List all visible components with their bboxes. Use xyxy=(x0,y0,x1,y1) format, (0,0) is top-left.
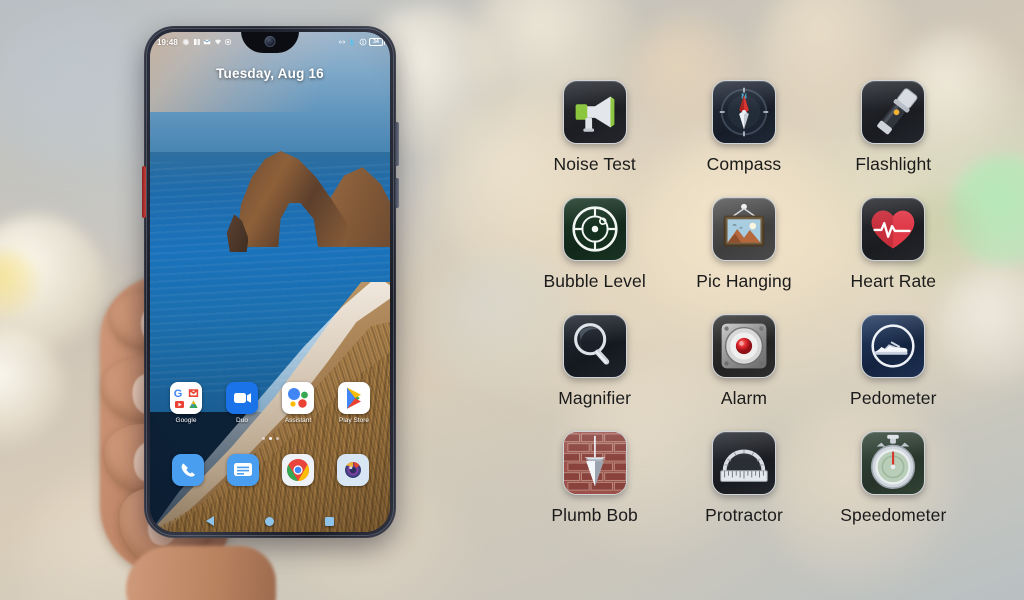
info-icon xyxy=(359,38,367,46)
duo-icon[interactable] xyxy=(226,382,258,414)
navigation-bar xyxy=(150,516,390,526)
recents-square-icon[interactable] xyxy=(325,516,335,526)
phone-screen[interactable]: 19:48 34 Tuesday, Aug 16 G Google Duo As… xyxy=(150,32,390,532)
magnifier-icon[interactable] xyxy=(562,314,627,378)
tool-compass[interactable]: N Compass xyxy=(677,80,811,197)
tool-label: Pic Hanging xyxy=(696,271,792,291)
app-label: Play Store xyxy=(339,417,369,424)
page-indicator xyxy=(150,437,390,440)
tool-label: Plumb Bob xyxy=(551,505,638,525)
tool-label: Heart Rate xyxy=(850,271,937,291)
tool-pedometer[interactable]: Pedometer xyxy=(826,314,960,431)
phone-icon[interactable] xyxy=(171,454,204,486)
tool-label: Alarm xyxy=(720,388,768,408)
link-icon xyxy=(338,38,346,46)
tool-plumb-bob[interactable]: Plumb Bob xyxy=(528,431,662,548)
svg-text:G: G xyxy=(174,388,183,400)
app-label: Google xyxy=(175,417,197,424)
picture-frame-icon[interactable] xyxy=(711,197,776,261)
alarm-bell-icon[interactable] xyxy=(711,314,776,378)
tool-label: Pedometer xyxy=(850,388,937,408)
flashlight-icon[interactable] xyxy=(861,80,926,144)
camera-icon[interactable] xyxy=(336,454,369,486)
tool-label: Magnifier xyxy=(558,388,632,408)
record-icon xyxy=(224,38,232,46)
app-badge-icon xyxy=(193,38,201,46)
tool-protractor[interactable]: Protractor xyxy=(677,431,811,548)
status-bar-right: 34 xyxy=(338,38,385,46)
page-dot[interactable] xyxy=(275,437,279,440)
home-app-duo[interactable]: Duo xyxy=(219,382,265,424)
protractor-icon[interactable] xyxy=(711,431,776,495)
status-bar: 19:48 34 xyxy=(150,32,390,52)
plumb-bob-icon[interactable] xyxy=(562,431,627,495)
tool-flashlight[interactable]: Flashlight xyxy=(826,80,960,197)
tool-label: Compass xyxy=(706,154,782,174)
side-accent-button[interactable] xyxy=(142,166,146,218)
tool-pic-hanging[interactable]: Pic Hanging xyxy=(677,197,811,314)
lower-hand xyxy=(126,546,276,600)
compass-icon[interactable]: N xyxy=(711,80,776,144)
play-store-icon[interactable] xyxy=(338,382,370,414)
megaphone-icon[interactable] xyxy=(562,80,627,144)
page-dot[interactable] xyxy=(261,437,265,440)
assistant-icon[interactable] xyxy=(282,382,314,414)
tool-label: Bubble Level xyxy=(543,271,646,291)
home-app-assistant[interactable]: Assistant xyxy=(275,382,321,424)
phone-in-hand: 19:48 34 Tuesday, Aug 16 G Google Duo As… xyxy=(96,26,399,600)
tool-label: Flashlight xyxy=(855,154,932,174)
message-icon xyxy=(203,38,211,46)
tool-label: Protractor xyxy=(705,505,783,525)
tool-label: Speedometer xyxy=(840,505,947,525)
tool-noise-test[interactable]: Noise Test xyxy=(528,80,662,197)
messages-icon[interactable] xyxy=(226,454,259,486)
wifi-icon xyxy=(214,38,222,46)
tool-heart-rate[interactable]: Heart Rate xyxy=(826,197,960,314)
back-triangle-icon[interactable] xyxy=(205,516,214,526)
gear-icon xyxy=(182,38,190,46)
battery-indicator: 34 xyxy=(369,38,385,46)
google-folder-icon[interactable]: G xyxy=(170,382,202,414)
tool-app-grid: Noise Test N xyxy=(520,80,968,548)
home-app-google[interactable]: G Google xyxy=(163,382,209,424)
stopwatch-icon[interactable] xyxy=(861,431,926,495)
phone-body: 19:48 34 Tuesday, Aug 16 G Google Duo As… xyxy=(142,26,399,538)
bubble-level-icon[interactable] xyxy=(562,197,627,261)
tool-bubble-level[interactable]: Bubble Level xyxy=(528,197,662,314)
tool-label: Noise Test xyxy=(553,154,636,174)
chrome-icon[interactable] xyxy=(281,454,314,486)
volume-button[interactable] xyxy=(395,122,399,166)
tool-alarm[interactable]: Alarm xyxy=(677,314,811,431)
power-button[interactable] xyxy=(395,178,399,208)
tool-magnifier[interactable]: Magnifier xyxy=(528,314,662,431)
sneaker-icon[interactable] xyxy=(861,314,926,378)
app-label: Duo xyxy=(236,417,248,424)
status-bar-left: 19:48 xyxy=(157,38,232,47)
home-circle-icon[interactable] xyxy=(264,516,274,526)
heart-pulse-icon[interactable] xyxy=(861,197,926,261)
date-widget[interactable]: Tuesday, Aug 16 xyxy=(150,66,390,81)
page-dot-active[interactable] xyxy=(268,437,272,440)
home-app-row: G Google Duo Assistant Play Store xyxy=(150,382,390,424)
tool-speedometer[interactable]: Speedometer xyxy=(826,431,960,548)
dock xyxy=(150,454,390,486)
app-label: Assistant xyxy=(284,417,312,424)
screenshot-scene: 19:48 34 Tuesday, Aug 16 G Google Duo As… xyxy=(0,0,1024,600)
status-clock: 19:48 xyxy=(157,37,178,47)
bluetooth-icon xyxy=(348,38,356,46)
home-app-play-store[interactable]: Play Store xyxy=(331,382,377,424)
